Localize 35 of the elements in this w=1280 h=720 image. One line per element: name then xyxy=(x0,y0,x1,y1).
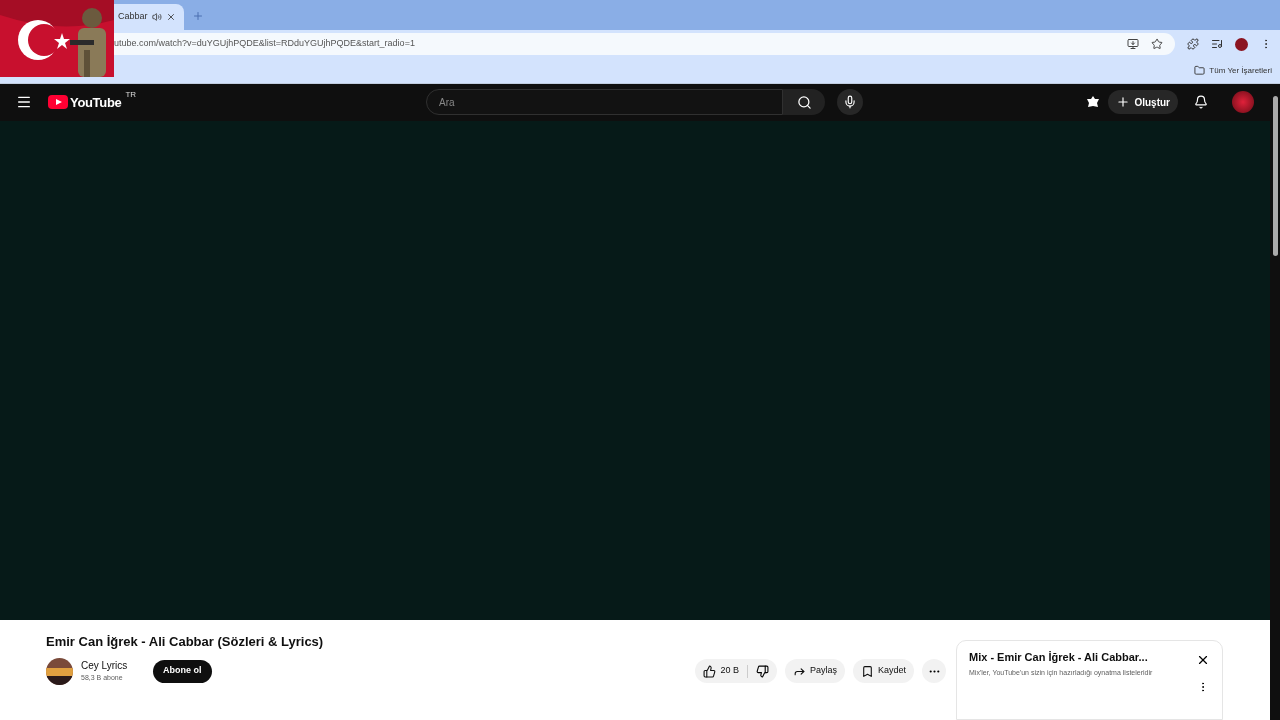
save-button[interactable]: Kaydet xyxy=(852,659,914,683)
play-logo-icon xyxy=(48,95,68,110)
video-title: Emir Can İğrek - Ali Cabbar (Sözleri & Lyrics) xyxy=(46,633,325,651)
like-button[interactable]: 20 B xyxy=(695,664,747,678)
bookmarks-folder[interactable]: Tüm Yer İşaretleri xyxy=(1194,64,1272,77)
mix-title[interactable]: Mix - Emir Can İğrek - Ali Cabbar... xyxy=(969,649,1196,666)
install-icon[interactable] xyxy=(1127,38,1139,50)
channel-name[interactable]: Cey Lyrics xyxy=(81,658,141,674)
speaker-icon[interactable] xyxy=(151,12,162,22)
thumbs-down-icon xyxy=(755,664,769,678)
microphone-icon xyxy=(843,95,858,110)
search-button[interactable] xyxy=(783,89,826,116)
media-icon[interactable] xyxy=(1211,38,1223,50)
voice-search-button[interactable] xyxy=(837,89,864,116)
scrollbar[interactable] xyxy=(1270,84,1280,720)
create-button[interactable]: Oluştur xyxy=(1108,90,1178,115)
close-icon[interactable] xyxy=(1196,653,1210,667)
search-field[interactable]: Ara xyxy=(426,89,784,116)
address-bar[interactable]: utube.com/watch?v=duYGUjhPQDE&list=RDduYGUjhPQDE&start_radio=1 xyxy=(114,33,1175,55)
extensions-icon[interactable] xyxy=(1187,38,1199,50)
browser-tab[interactable]: Cabbar xyxy=(114,4,184,30)
channel-avatar[interactable] xyxy=(46,657,73,685)
subscribe-button[interactable]: Abone ol xyxy=(153,659,212,683)
close-icon[interactable] xyxy=(165,12,176,22)
share-button[interactable]: Paylaş xyxy=(784,659,845,683)
account-avatar[interactable] xyxy=(1232,91,1254,114)
thumbs-up-icon xyxy=(703,664,717,678)
plus-icon xyxy=(1116,95,1131,110)
profile-avatar[interactable] xyxy=(1235,37,1248,51)
save-icon xyxy=(860,664,874,678)
bookmark-star-icon[interactable] xyxy=(1151,38,1163,50)
search-icon xyxy=(796,94,812,110)
folder-icon xyxy=(1194,65,1206,76)
more-button[interactable] xyxy=(922,659,946,683)
notifications-icon[interactable] xyxy=(1194,95,1208,110)
